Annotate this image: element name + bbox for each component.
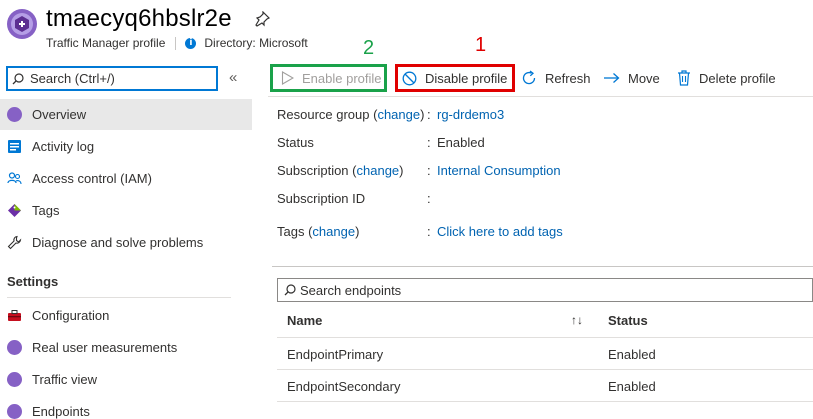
sidebar-search[interactable]: [6, 66, 218, 91]
sidebar-item-label: Activity log: [32, 139, 95, 154]
row-divider: [277, 369, 813, 370]
sidebar-item-label: Configuration: [32, 308, 110, 323]
disable-profile-label: Disable profile: [425, 70, 508, 86]
essentials-divider: [272, 266, 813, 267]
collapse-sidebar-icon[interactable]: «: [229, 69, 237, 86]
sidebar-item-label: Tags: [32, 203, 60, 218]
traffic-manager-icon: [7, 372, 22, 387]
resource-subtitle: Traffic Manager profile i Directory: Mic…: [46, 36, 308, 50]
traffic-manager-icon: [7, 9, 37, 39]
sidebar-search-input[interactable]: [30, 71, 210, 86]
sidebar-item-label: Endpoints: [32, 404, 90, 419]
colon: :: [427, 135, 431, 150]
refresh-button[interactable]: Refresh: [521, 64, 591, 92]
resource-group-label: Resource group (change): [277, 107, 425, 122]
sidebar-item-label: Access control (IAM): [32, 171, 152, 186]
info-icon: i: [185, 37, 197, 49]
arrow-right-icon: [604, 73, 620, 83]
subscription-link[interactable]: Internal Consumption: [437, 163, 561, 178]
block-icon: [402, 71, 417, 85]
subscription-label: Subscription (change): [277, 163, 404, 178]
endpoint-name[interactable]: EndpointSecondary: [287, 379, 400, 394]
directory-label: Directory: Microsoft: [204, 36, 308, 50]
play-icon: [281, 71, 294, 85]
sidebar-item-activity-log[interactable]: Activity log: [0, 131, 252, 162]
endpoints-search[interactable]: [277, 278, 813, 302]
endpoint-name[interactable]: EndpointPrimary: [287, 347, 383, 362]
page-title: tmaecyq6hbslr2e: [46, 5, 232, 32]
colon: :: [427, 107, 431, 122]
enable-profile-label: Enable profile: [302, 70, 382, 86]
resource-group-link[interactable]: rg-drdemo3: [437, 107, 504, 122]
refresh-label: Refresh: [545, 70, 591, 86]
disable-profile-button[interactable]: Disable profile: [395, 64, 515, 92]
sidebar-item-endpoints[interactable]: Endpoints: [0, 396, 252, 419]
endpoints-search-input[interactable]: [300, 282, 800, 298]
people-icon: [7, 172, 22, 185]
traffic-manager-icon: [7, 404, 22, 419]
colon: :: [427, 224, 431, 239]
search-icon: [284, 284, 296, 296]
sidebar-item-label: Diagnose and solve problems: [32, 235, 204, 250]
endpoint-status: Enabled: [608, 347, 656, 362]
tags-label: Tags (change): [277, 224, 360, 239]
sort-icon[interactable]: ↑↓: [571, 313, 583, 327]
search-icon: [12, 72, 24, 84]
traffic-manager-icon: [7, 340, 22, 355]
sidebar-item-diagnose[interactable]: Diagnose and solve problems: [0, 227, 252, 258]
annotation-number: 2: [363, 37, 375, 59]
sidebar-item-overview[interactable]: Overview: [0, 99, 252, 130]
row-divider: [277, 401, 813, 402]
wrench-icon: [7, 235, 22, 250]
status-label: Status: [277, 135, 314, 150]
colon: :: [427, 191, 431, 206]
subscription-id-label: Subscription ID: [277, 191, 366, 206]
colon: :: [427, 163, 431, 178]
delete-profile-label: Delete profile: [699, 70, 776, 86]
refresh-icon: [522, 70, 536, 85]
move-label: Move: [628, 70, 660, 86]
toolbox-icon: [8, 310, 21, 321]
traffic-manager-icon: [7, 107, 22, 122]
add-tags-link[interactable]: Click here to add tags: [437, 224, 563, 239]
delete-profile-button[interactable]: Delete profile: [677, 64, 776, 92]
resource-group-change-link[interactable]: change: [377, 107, 420, 122]
sidebar-item-tags[interactable]: Tags: [0, 195, 252, 226]
pin-icon[interactable]: [254, 11, 270, 27]
annotation-number: 1: [475, 34, 487, 56]
sidebar-item-real-user-measurements[interactable]: Real user measurements: [0, 332, 252, 363]
column-header-name[interactable]: Name: [287, 313, 322, 328]
sidebar-item-traffic-view[interactable]: Traffic view: [0, 364, 252, 395]
subscription-change-link[interactable]: change: [357, 163, 400, 178]
subtitle-divider: [175, 36, 177, 50]
toolbar-divider: [268, 96, 813, 97]
settings-divider: [7, 297, 231, 298]
sidebar-item-label: Overview: [32, 107, 87, 122]
tags-change-link[interactable]: change: [312, 224, 355, 239]
sidebar-item-label: Real user measurements: [32, 340, 178, 355]
sidebar-item-access-control[interactable]: Access control (IAM): [0, 163, 252, 194]
sidebar-item-label: Traffic view: [32, 372, 98, 387]
trash-icon: [678, 70, 690, 86]
enable-profile-button[interactable]: Enable profile: [270, 64, 387, 92]
resource-type: Traffic Manager profile: [46, 36, 166, 50]
column-header-status[interactable]: Status: [608, 313, 648, 328]
settings-heading: Settings: [7, 274, 59, 289]
tag-icon: [8, 204, 21, 217]
activity-log-icon: [8, 140, 21, 153]
sidebar-item-configuration[interactable]: Configuration: [0, 300, 252, 331]
endpoint-status: Enabled: [608, 379, 656, 394]
header-divider: [277, 337, 813, 338]
move-button[interactable]: Move: [603, 64, 660, 92]
status-value: Enabled: [437, 135, 485, 150]
